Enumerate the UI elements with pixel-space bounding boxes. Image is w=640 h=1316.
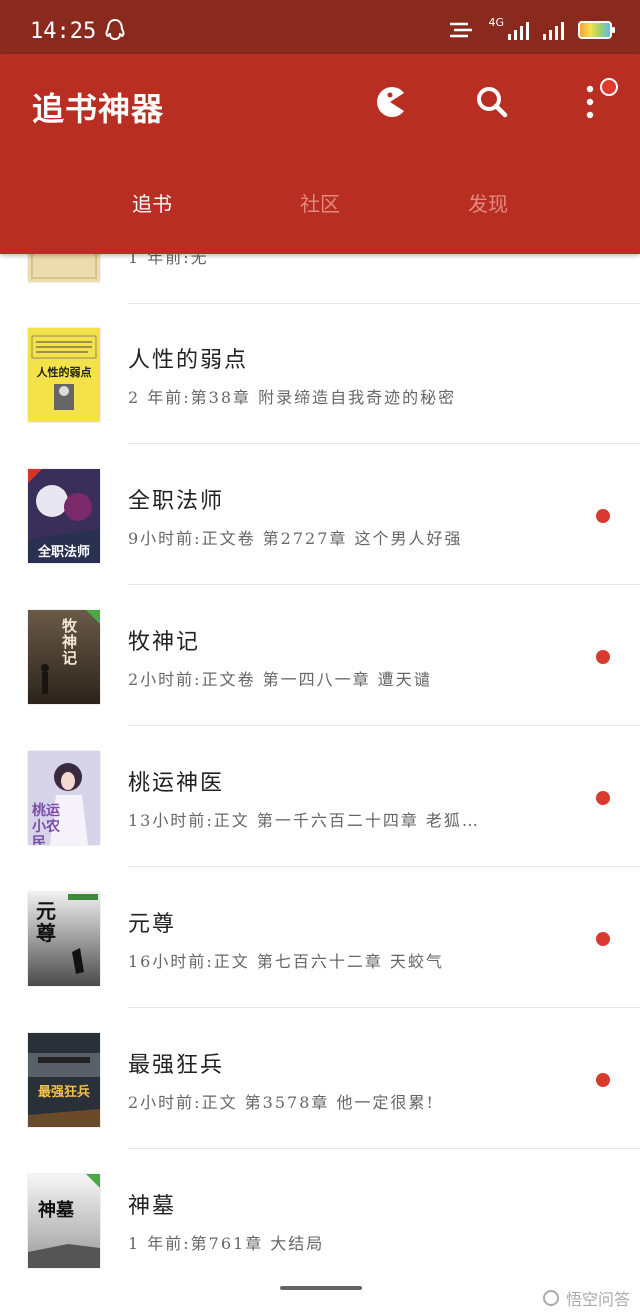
book-latest-chapter: 16小时前:正文 第七百六十二章 天蛟气	[128, 952, 444, 971]
book-title: 全职法师	[128, 489, 225, 514]
signal-icon-2	[543, 20, 564, 40]
unread-dot	[596, 1073, 610, 1087]
book-cover: 人性的弱点	[28, 328, 100, 422]
book-latest-chapter: 13小时前:正文 第一千六百二十四章 老狐…	[128, 811, 480, 830]
book-latest-chapter: 9小时前:正文卷 第2727章 这个男人好强	[128, 529, 463, 548]
book-row[interactable]: 最强狂兵 最强狂兵 2小时前:正文 第3578章 他一定很累!	[0, 1009, 640, 1149]
cover-title: 全职法师	[37, 545, 90, 560]
unread-dot	[596, 791, 610, 805]
book-row[interactable]: 牧神记 牧神记 2小时前:正文卷 第一四八一章 遭天谴	[0, 586, 640, 726]
book-row[interactable]: 全职法师 全职法师 9小时前:正文卷 第2727章 这个男人好强	[0, 445, 640, 585]
book-cover: 牧神记	[28, 610, 100, 704]
book-row[interactable]: 神墓 神墓 1 年前:第761章 大结局	[0, 1150, 640, 1290]
search-icon	[477, 87, 508, 118]
app-bar: 追书神器 追书 社区 发现	[0, 54, 640, 254]
book-cover: 全职法师	[28, 469, 100, 563]
tab-bar: 追书 社区 发现	[0, 188, 640, 228]
book-row[interactable]: 元尊 元尊 16小时前:正文 第七百六十二章 天蛟气	[0, 868, 640, 1008]
book-cover: 最强狂兵	[28, 1033, 100, 1127]
tab-follow[interactable]: 追书	[92, 188, 212, 217]
row-divider	[128, 584, 640, 585]
qq-notification-icon	[105, 18, 125, 41]
book-row[interactable]: 桃运小农民 桃运神医 13小时前:正文 第一千六百二十四章 老狐…	[0, 727, 640, 867]
tab-community[interactable]: 社区	[260, 188, 380, 217]
cover-title: 最强狂兵	[37, 1085, 90, 1100]
search-button[interactable]	[472, 82, 512, 122]
row-divider	[128, 443, 640, 444]
signal-icon-1	[508, 20, 529, 40]
watermark: 悟空问答	[542, 1286, 630, 1310]
row-divider	[128, 725, 640, 726]
book-title: 人性的弱点	[128, 348, 249, 373]
book-latest-chapter: 2小时前:正文卷 第一四八一章 遭天谴	[128, 670, 432, 689]
row-divider	[128, 1148, 640, 1149]
tab-discover[interactable]: 发现	[428, 188, 548, 217]
gesture-nav-bar[interactable]	[280, 1286, 362, 1290]
book-title: 牧神记	[128, 630, 201, 655]
cover-title: 元尊	[36, 899, 56, 945]
network-type: 4G	[488, 15, 504, 29]
book-latest-chapter: 1 年前:第761章 大结局	[128, 1234, 325, 1253]
watermark-text: 悟空问答	[565, 1290, 630, 1309]
book-cover: 桃运小农民	[28, 751, 100, 845]
game-center-button[interactable]	[370, 82, 410, 122]
book-latest-chapter: 2 年前:第38章 附录缔造自我奇迹的秘密	[128, 388, 457, 407]
cover-title: 桃运小农民	[32, 803, 60, 845]
book-title: 神墓	[128, 1194, 177, 1219]
book-row[interactable]: 人性的弱点 人性的弱点 2 年前:第38章 附录缔造自我奇迹的秘密	[0, 304, 640, 444]
row-divider	[128, 866, 640, 867]
cover-title: 神墓	[38, 1200, 74, 1221]
status-bar: 14:25 4G	[0, 0, 640, 54]
wukong-logo-icon	[542, 1290, 559, 1306]
unread-dot	[596, 932, 610, 946]
pacman-icon	[377, 87, 404, 117]
battery-icon	[578, 21, 615, 39]
cover-title: 人性的弱点	[36, 366, 92, 379]
book-cover: 神墓	[28, 1174, 100, 1268]
status-time: 14:25	[30, 19, 97, 44]
book-title: 最强狂兵	[128, 1053, 225, 1078]
more-vertical-icon	[586, 85, 594, 119]
unread-dot	[596, 650, 610, 664]
data-speed-icon	[450, 22, 473, 38]
book-cover: 元尊	[28, 892, 100, 986]
book-latest-chapter: 2小时前:正文 第3578章 他一定很累!	[128, 1093, 435, 1112]
notification-badge	[600, 78, 618, 96]
cover-title: 牧神记	[62, 617, 78, 667]
app-title: 追书神器	[32, 90, 165, 128]
row-divider	[128, 1007, 640, 1008]
book-title: 元尊	[128, 912, 177, 937]
status-icons: 4G	[448, 16, 615, 40]
book-title: 桃运神医	[128, 771, 225, 796]
unread-dot	[596, 509, 610, 523]
